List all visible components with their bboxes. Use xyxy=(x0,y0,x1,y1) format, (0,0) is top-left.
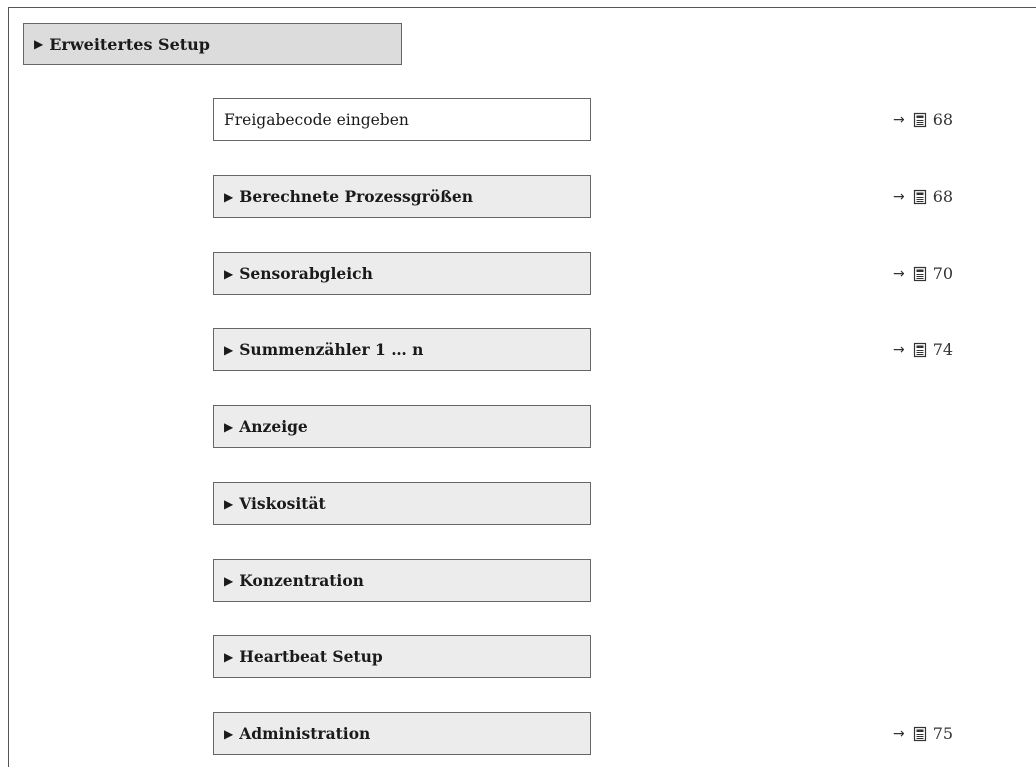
triangle-right-icon: ▶ xyxy=(224,189,234,204)
menu-item-label: Administration xyxy=(239,724,371,743)
arrow-right-icon: → xyxy=(893,111,905,128)
page-reference-link[interactable]: → 75 xyxy=(893,712,983,755)
menu-item-label: Summenzähler 1 … n xyxy=(239,340,424,359)
page-reference-link[interactable]: → 74 xyxy=(893,328,983,371)
page-book-icon xyxy=(913,726,927,742)
page-reference-link[interactable]: → 70 xyxy=(893,252,983,295)
arrow-right-icon: → xyxy=(893,265,905,282)
page-reference-link[interactable]: → 68 xyxy=(893,98,983,141)
submenu-anzeige[interactable]: ▶ Anzeige xyxy=(213,405,591,448)
menu-header-erweitertes-setup[interactable]: ▶ Erweitertes Setup xyxy=(23,23,402,65)
submenu-konzentration[interactable]: ▶ Konzentration xyxy=(213,559,591,602)
submenu-berechnete-prozessgroessen[interactable]: ▶ Berechnete Prozessgrößen xyxy=(213,175,591,218)
page-reference-number: 70 xyxy=(932,264,954,283)
page-book-icon xyxy=(913,266,927,282)
page-book-icon xyxy=(913,189,927,205)
menu-item-label: Viskosität xyxy=(239,494,326,513)
triangle-right-icon: ▶ xyxy=(224,496,234,511)
page-book-icon xyxy=(913,342,927,358)
submenu-heartbeat-setup[interactable]: ▶ Heartbeat Setup xyxy=(213,635,591,678)
page-reference-number: 68 xyxy=(932,187,954,206)
triangle-right-icon: ▶ xyxy=(224,726,234,741)
menu-header-label: Erweitertes Setup xyxy=(49,34,210,54)
triangle-right-icon: ▶ xyxy=(224,342,234,357)
page-reference-number: 74 xyxy=(932,340,954,359)
page-reference-number: 75 xyxy=(932,724,954,743)
menu-item-label: Heartbeat Setup xyxy=(239,647,383,666)
arrow-right-icon: → xyxy=(893,725,905,742)
submenu-sensorabgleich[interactable]: ▶ Sensorabgleich xyxy=(213,252,591,295)
arrow-right-icon: → xyxy=(893,341,905,358)
triangle-right-icon: ▶ xyxy=(224,419,234,434)
menu-item-label: Freigabecode eingeben xyxy=(224,110,409,129)
triangle-right-icon: ▶ xyxy=(224,573,234,588)
page-reference-number: 68 xyxy=(932,110,954,129)
submenu-administration[interactable]: ▶ Administration xyxy=(213,712,591,755)
menu-item-label: Sensorabgleich xyxy=(239,264,373,283)
triangle-right-icon: ▶ xyxy=(34,37,44,51)
triangle-right-icon: ▶ xyxy=(224,266,234,281)
menu-item-label: Berechnete Prozessgrößen xyxy=(239,187,474,206)
menu-item-label: Konzentration xyxy=(239,571,364,590)
page-reference-link[interactable]: → 68 xyxy=(893,175,983,218)
submenu-viskositaet[interactable]: ▶ Viskosität xyxy=(213,482,591,525)
param-freigabecode-eingeben[interactable]: Freigabecode eingeben xyxy=(213,98,591,141)
arrow-right-icon: → xyxy=(893,188,905,205)
triangle-right-icon: ▶ xyxy=(224,649,234,664)
menu-item-label: Anzeige xyxy=(239,417,308,436)
page-book-icon xyxy=(913,112,927,128)
submenu-summenzaehler-1-n[interactable]: ▶ Summenzähler 1 … n xyxy=(213,328,591,371)
